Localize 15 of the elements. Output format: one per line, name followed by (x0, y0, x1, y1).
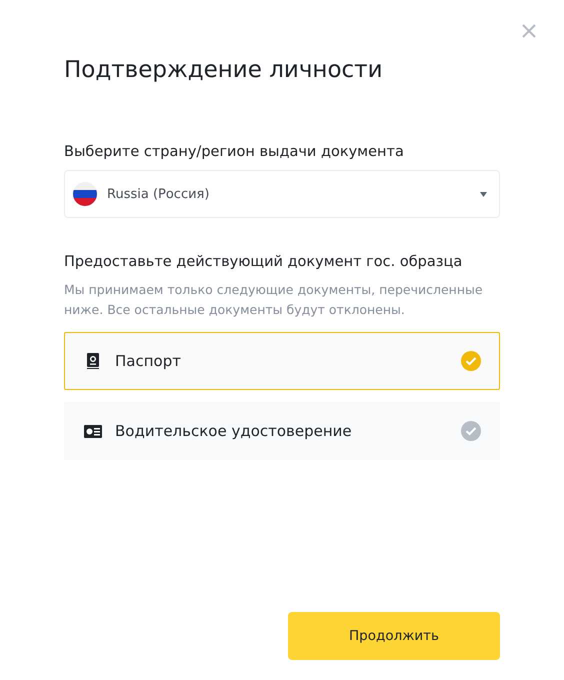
dialog-title: Подтверждение личности (64, 56, 384, 85)
description-text: Мы принимаем только следующие документы, перечисленные ниже. Все остальные документы будут отклонены. (64, 281, 484, 319)
close-icon[interactable] (522, 24, 536, 38)
continue-button[interactable]: Продолжить (288, 612, 500, 660)
passport-icon (86, 353, 100, 369)
russia-flag-icon (73, 182, 97, 206)
document-option[interactable]: Паспорт (64, 332, 500, 390)
document-option[interactable]: Водительское удостоверение (64, 402, 500, 460)
field-label: Выберите страну/регион выдачи документа (64, 143, 405, 162)
check-icon (461, 351, 481, 371)
caret-icon (480, 192, 487, 196)
country-select[interactable]: Russia (Россия) (64, 170, 500, 218)
section-heading: Предоставьте действующий документ гос. образца (64, 253, 464, 272)
id-card-icon (84, 424, 102, 438)
check-icon (461, 421, 481, 441)
